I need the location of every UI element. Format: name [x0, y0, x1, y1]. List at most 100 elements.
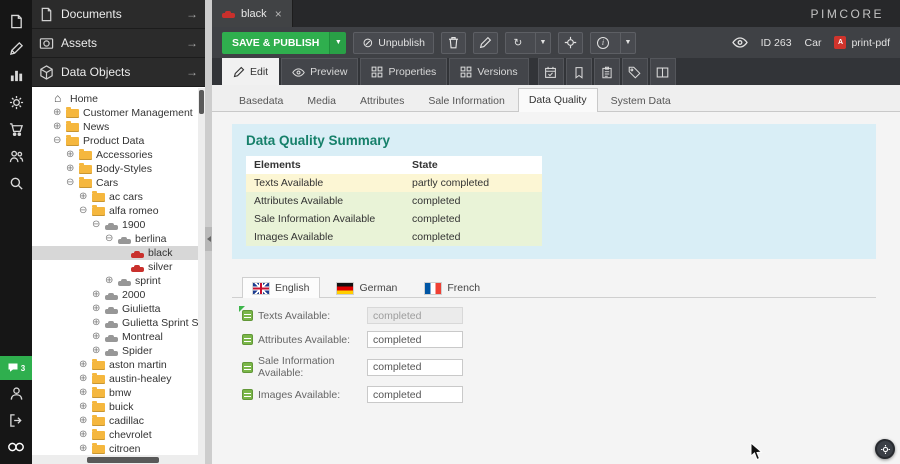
data-tab[interactable]: Attributes: [349, 89, 415, 112]
tree-node[interactable]: Giulietta: [32, 302, 198, 316]
document-tab-black[interactable]: black ×: [212, 0, 293, 27]
tab-preview[interactable]: Preview: [281, 58, 358, 85]
section-open-arrow-icon[interactable]: →: [186, 65, 198, 79]
user-profile-icon[interactable]: [0, 380, 32, 407]
tree-expander-icon[interactable]: [79, 402, 91, 412]
tree-node[interactable]: News: [32, 120, 198, 134]
reload-options-caret-icon[interactable]: ▼: [535, 33, 550, 53]
ecommerce-cart-icon[interactable]: [0, 116, 32, 143]
language-tab-french[interactable]: French: [414, 277, 491, 298]
tree-expander-icon[interactable]: [79, 444, 91, 454]
preview-eye-icon[interactable]: [732, 37, 748, 48]
info-button[interactable]: i ▼: [590, 32, 636, 54]
customers-icon[interactable]: [0, 143, 32, 170]
pimcore-logo[interactable]: [0, 434, 32, 460]
tree-node[interactable]: Body-Styles: [32, 162, 198, 176]
scrollbar-thumb[interactable]: [87, 457, 159, 463]
tree-expander-icon[interactable]: [79, 206, 91, 216]
field-input[interactable]: [367, 386, 463, 403]
tree-node[interactable]: black: [32, 246, 198, 260]
field-input[interactable]: [367, 331, 463, 348]
section-open-arrow-icon[interactable]: →: [186, 36, 198, 50]
tree-node[interactable]: chevrolet: [32, 428, 198, 442]
tree-expander-icon[interactable]: [92, 318, 104, 328]
info-options-caret-icon[interactable]: ▼: [620, 33, 635, 53]
tree-node[interactable]: Home: [32, 92, 198, 106]
data-tab[interactable]: Data Quality: [518, 88, 598, 112]
close-tab-icon[interactable]: ×: [275, 7, 282, 21]
tree-node[interactable]: 1900: [32, 218, 198, 232]
tree-expander-icon[interactable]: [79, 416, 91, 426]
save-options-caret-icon[interactable]: ▼: [329, 32, 346, 54]
section-open-arrow-icon[interactable]: →: [186, 7, 198, 21]
language-tab-english[interactable]: English: [242, 277, 320, 298]
tree-expander-icon[interactable]: [53, 108, 65, 118]
locate-in-tree-button[interactable]: [558, 32, 583, 54]
tree-expander-icon[interactable]: [79, 388, 91, 398]
tree-node[interactable]: berlina: [32, 232, 198, 246]
tree-expander-icon[interactable]: [79, 374, 91, 384]
sidebar-section-assets[interactable]: Assets →: [32, 29, 205, 58]
rename-button[interactable]: [473, 32, 498, 54]
tree-expander-icon[interactable]: [79, 360, 91, 370]
tree-node[interactable]: sprint: [32, 274, 198, 288]
tree-node[interactable]: cadillac: [32, 414, 198, 428]
tree-node[interactable]: Montreal: [32, 330, 198, 344]
tree-expander-icon[interactable]: [105, 234, 117, 244]
tree-node[interactable]: 2000: [32, 288, 198, 302]
data-tab[interactable]: Sale Information: [417, 89, 515, 112]
unpublish-button[interactable]: ⊘ Unpublish: [353, 32, 434, 54]
tree-horizontal-scrollbar[interactable]: [32, 455, 205, 464]
notes-button[interactable]: [594, 58, 620, 85]
settings-gear-icon[interactable]: [0, 89, 32, 116]
schedule-button[interactable]: [538, 58, 564, 85]
tree-node[interactable]: austin-healey: [32, 372, 198, 386]
reports-icon[interactable]: [0, 62, 32, 89]
tree-expander-icon[interactable]: [92, 332, 104, 342]
tree-expander-icon[interactable]: [53, 136, 65, 146]
delete-button[interactable]: [441, 32, 466, 54]
bookmark-button[interactable]: [566, 58, 592, 85]
tree-expander-icon[interactable]: [92, 304, 104, 314]
logout-icon[interactable]: [0, 407, 32, 434]
tree-expander-icon[interactable]: [92, 290, 104, 300]
scrollbar-thumb[interactable]: [199, 90, 204, 114]
data-tab[interactable]: Media: [296, 89, 347, 112]
tree-expander-icon[interactable]: [79, 192, 91, 202]
tree-expander-icon[interactable]: [92, 346, 104, 356]
tree-node[interactable]: bmw: [32, 386, 198, 400]
language-tab-german[interactable]: German: [326, 277, 408, 298]
sidebar-section-documents[interactable]: Documents →: [32, 0, 205, 29]
tree-expander-icon[interactable]: [92, 220, 104, 230]
reload-icon[interactable]: ↻: [506, 33, 530, 53]
tree-node[interactable]: Gulietta Sprint Specia...: [32, 316, 198, 330]
tree-node[interactable]: Customer Management: [32, 106, 198, 120]
chat-notification-button[interactable]: 3: [0, 356, 32, 380]
tree-node[interactable]: silver: [32, 260, 198, 274]
tools-icon[interactable]: [0, 35, 32, 62]
tab-edit[interactable]: Edit: [222, 58, 279, 85]
tree-node[interactable]: Spider: [32, 344, 198, 358]
tree-expander-icon[interactable]: [66, 178, 78, 188]
data-tab[interactable]: Basedata: [228, 89, 294, 112]
reload-button[interactable]: ↻ ▼: [505, 32, 551, 54]
field-input[interactable]: [367, 359, 463, 376]
tree-node[interactable]: Accessories: [32, 148, 198, 162]
save-button-label[interactable]: SAVE & PUBLISH: [222, 32, 329, 54]
panel-splitter[interactable]: [205, 0, 212, 464]
tags-button[interactable]: [622, 58, 648, 85]
tree-expander-icon[interactable]: [66, 164, 78, 174]
search-icon[interactable]: [0, 170, 32, 197]
layout-columns-button[interactable]: [650, 58, 676, 85]
print-pdf-button[interactable]: A print-pdf: [834, 36, 890, 49]
tree-node[interactable]: Cars: [32, 176, 198, 190]
tree-node[interactable]: ac cars: [32, 190, 198, 204]
save-and-publish-button[interactable]: SAVE & PUBLISH ▼: [222, 32, 346, 54]
tree-expander-icon[interactable]: [53, 122, 65, 132]
tree-vertical-scrollbar[interactable]: [198, 88, 205, 455]
tree-node[interactable]: Product Data: [32, 134, 198, 148]
tab-properties[interactable]: Properties: [360, 58, 447, 85]
tree-expander-icon[interactable]: [66, 150, 78, 160]
field-input[interactable]: [367, 307, 463, 324]
data-tab[interactable]: System Data: [600, 89, 682, 112]
